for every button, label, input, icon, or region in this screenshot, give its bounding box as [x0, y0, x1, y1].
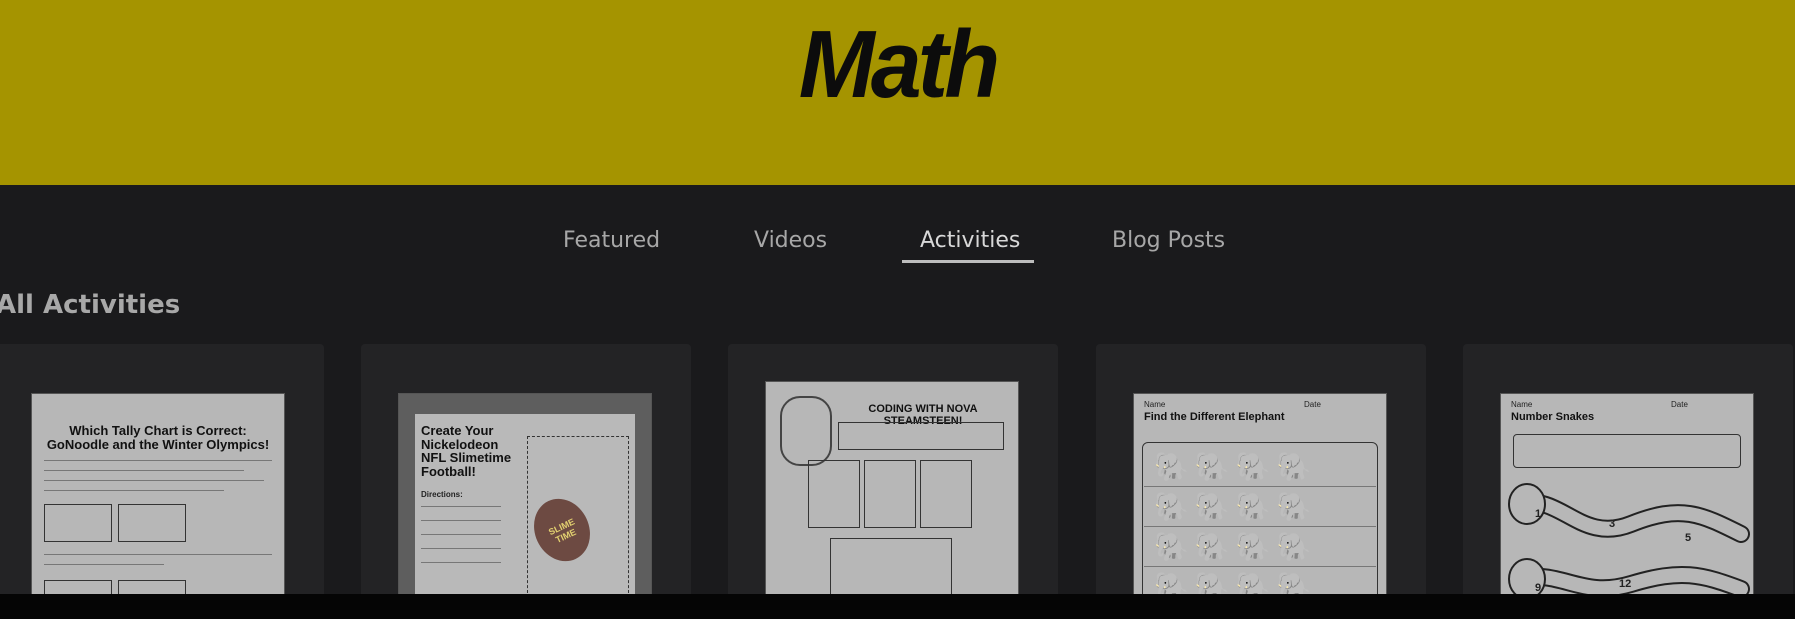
intro-box	[838, 422, 1004, 450]
mascot-icon	[780, 396, 832, 466]
elephant-icon: 🐘🐘🐘🐘	[1154, 531, 1318, 562]
activity-card-number-snakes[interactable]: Name Date Number Snakes 1 3 5 9 12	[1463, 344, 1793, 604]
worksheet-thumbnail: Name Date Number Snakes 1 3 5 9 12	[1501, 394, 1753, 604]
instructions-box	[1513, 434, 1741, 468]
activity-card-tally-chart[interactable]: Which Tally Chart is Correct: GoNoodle a…	[0, 344, 324, 604]
directions-label: Directions:	[421, 490, 463, 499]
card-title: Number Snakes	[1511, 411, 1595, 423]
date-label: Date	[1304, 400, 1321, 409]
active-tab-indicator	[902, 260, 1034, 263]
tab-blog-posts[interactable]: Blog Posts	[1112, 228, 1225, 253]
date-label: Date	[1671, 400, 1688, 409]
snake-number: 3	[1609, 518, 1616, 530]
snake-number: 12	[1619, 578, 1632, 590]
name-label: Name	[1511, 400, 1533, 409]
tab-featured[interactable]: Featured	[563, 228, 660, 253]
tab-videos[interactable]: Videos	[754, 228, 827, 253]
page-title: Math	[798, 11, 1000, 118]
snake-number: 1	[1535, 508, 1542, 520]
worksheet-thumbnail: CODING WITH NOVA STEAMSTEEN!	[766, 382, 1018, 604]
tally-table	[118, 504, 186, 542]
card-title: Which Tally Chart is Correct: GoNoodle a…	[46, 423, 270, 452]
worksheet-thumbnail: Which Tally Chart is Correct: GoNoodle a…	[32, 394, 284, 604]
name-label: Name	[1144, 400, 1166, 409]
snake-number: 5	[1685, 532, 1692, 544]
activity-card-coding-nova[interactable]: CODING WITH NOVA STEAMSTEEN!	[728, 344, 1058, 604]
section-title: All Activities	[0, 290, 181, 320]
elephant-icon: 🐘🐘🐘🐘	[1154, 491, 1318, 522]
tab-activities[interactable]: Activities	[920, 228, 1020, 253]
tab-bar: Featured Videos Activities Blog Posts	[0, 222, 1795, 262]
card-title: Create Your Nickelodeon NFL Slimetime Fo…	[421, 423, 512, 479]
elephant-icon: 🐘🐘🐘🐘	[1154, 451, 1318, 482]
hero-banner: Math	[0, 0, 1795, 185]
activity-card-slimetime[interactable]: Create Your Nickelodeon NFL Slimetime Fo…	[361, 344, 691, 604]
activity-card-elephant[interactable]: Name Date Find the Different Elephant 🐘🐘…	[1096, 344, 1426, 604]
worksheet-thumbnail: Create Your Nickelodeon NFL Slimetime Fo…	[399, 394, 651, 604]
card-title: Find the Different Elephant	[1144, 411, 1285, 423]
snake-number: 9	[1535, 582, 1542, 594]
bottom-bar	[0, 594, 1795, 619]
grid-panel	[808, 460, 860, 528]
grid-panel	[920, 460, 972, 528]
tally-table	[44, 504, 112, 542]
grid-panel	[864, 460, 916, 528]
worksheet-thumbnail: Name Date Find the Different Elephant 🐘🐘…	[1134, 394, 1386, 604]
